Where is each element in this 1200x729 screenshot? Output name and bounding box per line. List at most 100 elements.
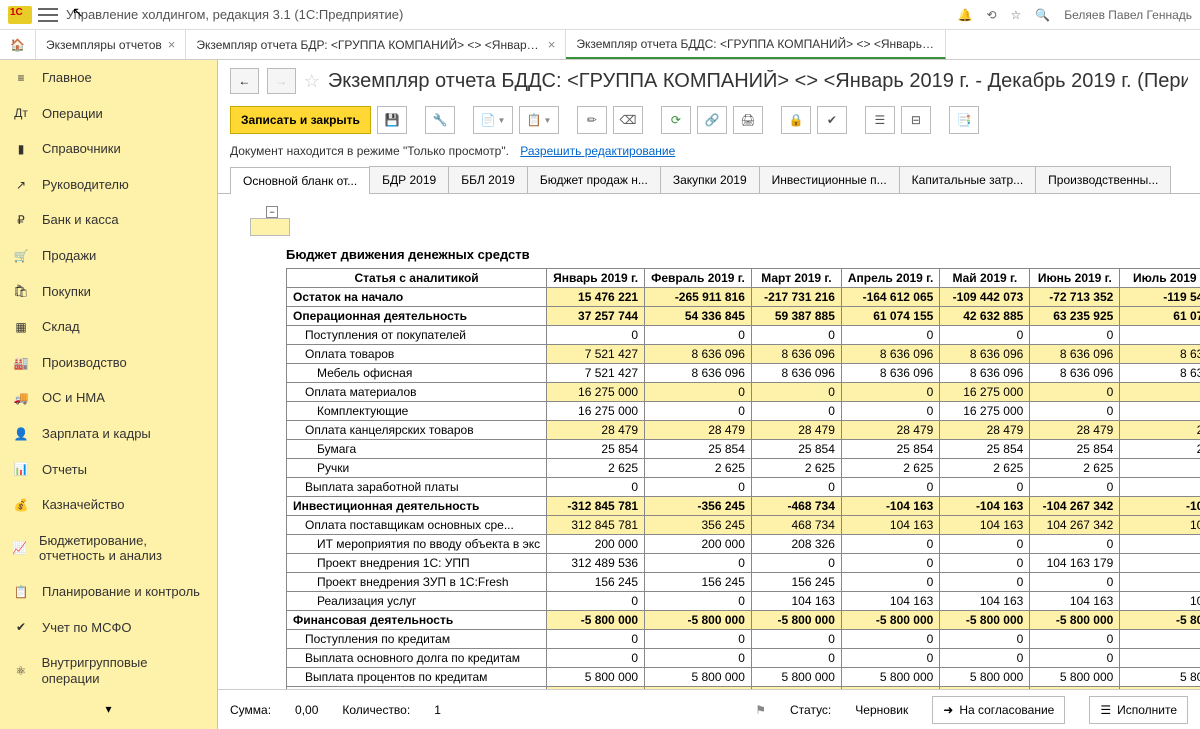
status-bar: Сумма: 0,00 Количество: 1 ⚑ Статус: Черн…: [218, 689, 1200, 729]
print-button[interactable]: 🖨: [733, 106, 763, 134]
table-row[interactable]: Реализация услуг00104 163104 163104 1631…: [287, 592, 1200, 611]
table-row[interactable]: Комплектующие16 275 00000016 275 0000: [287, 402, 1200, 421]
sidebar-item-2[interactable]: ▮Справочники: [0, 131, 217, 167]
send-approval-button[interactable]: ➜ На согласование: [932, 696, 1065, 724]
table-row[interactable]: Оплата материалов16 275 00000016 275 000…: [287, 383, 1200, 402]
table-row[interactable]: Оплата канцелярских товаров28 47928 4792…: [287, 421, 1200, 440]
close-icon[interactable]: ×: [168, 37, 176, 52]
table-row[interactable]: Оплата поставщикам основных сре...312 84…: [287, 516, 1200, 535]
sidebar-item-13[interactable]: 📈Бюджетирование, отчетность и анализ: [0, 523, 217, 574]
star-icon[interactable]: ☆: [1011, 8, 1022, 22]
sidebar-item-14[interactable]: 📋Планирование и контроль: [0, 574, 217, 610]
sidebar-label: Продажи: [42, 248, 96, 264]
subtab-4[interactable]: Закупки 2019: [660, 166, 760, 193]
table-row[interactable]: Операционная деятельность37 257 74454 33…: [287, 307, 1200, 326]
tab-0[interactable]: Экземпляры отчетов×: [36, 30, 186, 59]
subtab-6[interactable]: Капитальные затр...: [899, 166, 1037, 193]
close-icon[interactable]: ×: [548, 37, 556, 52]
favorite-star-icon[interactable]: ☆: [304, 71, 320, 92]
selected-cell[interactable]: [250, 218, 290, 236]
table-row[interactable]: Проект внедрения 1С: УПП312 489 53600001…: [287, 554, 1200, 573]
table-row[interactable]: Остаток на начало15 476 221-265 911 816-…: [287, 288, 1200, 307]
sidebar-item-10[interactable]: 👤Зарплата и кадры: [0, 416, 217, 452]
subtab-5[interactable]: Инвестиционные п...: [759, 166, 900, 193]
table-row[interactable]: Поступления от покупателей000000: [287, 326, 1200, 345]
sidebar-item-9[interactable]: 🚚ОС и НМА: [0, 380, 217, 416]
subtab-1[interactable]: БДР 2019: [369, 166, 449, 193]
sidebar-label: Руководителю: [42, 177, 129, 193]
sidebar: ≡ГлавноеДтОперации▮Справочники ↗ Руководит…: [0, 60, 218, 729]
lock-button[interactable]: 🔒: [781, 106, 811, 134]
bell-icon[interactable]: 🔔: [958, 8, 973, 22]
back-button[interactable]: ←: [230, 68, 259, 94]
sidebar-item-5[interactable]: 🛒Продажи: [0, 238, 217, 274]
table-row[interactable]: Выплата процентов по кредитам5 800 0005 …: [287, 668, 1200, 687]
table-row[interactable]: Остаток на конец-265 911 816-217 731 216…: [287, 687, 1200, 690]
list-button[interactable]: ☰: [865, 106, 895, 134]
table-row[interactable]: Ручки2 6252 6252 6252 6252 6252 625: [287, 459, 1200, 478]
tree-button[interactable]: ⊟: [901, 106, 931, 134]
tab-2[interactable]: Экземпляр отчета БДДС: <ГРУППА КОМПАНИЙ>…: [566, 30, 946, 59]
sidebar-item-6[interactable]: 🛍Покупки: [0, 274, 217, 310]
sum-label: Сумма:: [230, 703, 271, 717]
tab-1[interactable]: Экземпляр отчета БДР: <ГРУППА КОМПАНИЙ> …: [186, 30, 566, 59]
sidebar-item-11[interactable]: 📊Отчеты: [0, 452, 217, 488]
sidebar-item-15[interactable]: ✔Учет по МСФО: [0, 610, 217, 646]
sidebar-item-4[interactable]: ₽Банк и касса: [0, 202, 217, 238]
table-row[interactable]: Выплата заработной платы000000: [287, 478, 1200, 497]
sidebar-item-1[interactable]: ДтОперации: [0, 96, 217, 132]
sidebar-label: Бюджетирование, отчетность и анализ: [39, 533, 205, 564]
sum-value: 0,00: [295, 703, 318, 717]
table-row[interactable]: Бумага25 85425 85425 85425 85425 85425 8…: [287, 440, 1200, 459]
sidebar-more[interactable]: ▾: [0, 696, 217, 722]
save-and-close-button[interactable]: Записать и закрыть: [230, 106, 371, 134]
copy-dropdown[interactable]: 📄▼: [473, 106, 513, 134]
sidebar-icon: 🏭: [12, 356, 30, 370]
clear-button[interactable]: ⌫: [613, 106, 643, 134]
user-name[interactable]: Беляев Павел Геннадь: [1064, 8, 1192, 22]
subtab-0[interactable]: Основной бланк от...: [230, 167, 370, 194]
subtab-3[interactable]: Бюджет продаж н...: [527, 166, 661, 193]
subtab-2[interactable]: ББЛ 2019: [448, 166, 528, 193]
sidebar-item-7[interactable]: ▦Склад: [0, 309, 217, 345]
edit-button[interactable]: ✏: [577, 106, 607, 134]
data-table[interactable]: Статья с аналитикойЯнварь 2019 г.Февраль…: [286, 268, 1200, 689]
sidebar-item-8[interactable]: 🏭Производство: [0, 345, 217, 381]
table-row[interactable]: Оплата товаров7 521 4278 636 0968 636 09…: [287, 345, 1200, 364]
fill-dropdown[interactable]: 📋▼: [519, 106, 559, 134]
table-row[interactable]: Финансовая деятельность-5 800 000-5 800 …: [287, 611, 1200, 630]
sidebar-item-3[interactable]: ↗ Руководителю: [0, 167, 217, 203]
approve-button[interactable]: ✔: [817, 106, 847, 134]
table-row[interactable]: Выплата основного долга по кредитам00000…: [287, 649, 1200, 668]
table-row[interactable]: Проект внедрения ЗУП в 1С:Fresh156 24515…: [287, 573, 1200, 592]
sidebar-item-12[interactable]: 💰Казначейство: [0, 487, 217, 523]
home-tab[interactable]: 🏠: [0, 30, 36, 59]
table-row[interactable]: Инвестиционная деятельность-312 845 781-…: [287, 497, 1200, 516]
table-row[interactable]: Поступления по кредитам000000: [287, 630, 1200, 649]
sidebar-item-0[interactable]: ≡Главное: [0, 60, 217, 96]
outline-collapse-icon[interactable]: −: [266, 206, 278, 218]
save-button[interactable]: 💾: [377, 106, 407, 134]
menu-icon[interactable]: [38, 8, 58, 22]
subtab-7[interactable]: Производственны...: [1035, 166, 1171, 193]
sidebar-item-16[interactable]: ⚛Внутригрупповые операции: [0, 645, 217, 696]
table-row[interactable]: Мебель офисная7 521 4278 636 0968 636 09…: [287, 364, 1200, 383]
history-icon[interactable]: ⟲: [986, 8, 996, 22]
sidebar-icon: ↗: [12, 178, 30, 192]
sidebar-label: Банк и касса: [42, 212, 119, 228]
refresh-button[interactable]: ⟳: [661, 106, 691, 134]
readonly-notice: Документ находится в режиме "Только прос…: [218, 142, 1200, 166]
status-value: Черновик: [855, 703, 908, 717]
table-row[interactable]: ИТ мероприятия по вводу объекта в экс200…: [287, 535, 1200, 554]
sidebar-label: Склад: [42, 319, 80, 335]
executor-button[interactable]: ☰ Исполните: [1089, 696, 1188, 724]
report-button[interactable]: 📑: [949, 106, 979, 134]
link-button[interactable]: 🔗: [697, 106, 727, 134]
spreadsheet[interactable]: − Бюджет движения денежных средств − − −…: [218, 194, 1200, 689]
list-icon: ☰: [1100, 703, 1111, 717]
enable-edit-link[interactable]: Разрешить редактирование: [520, 144, 675, 158]
settings-button[interactable]: 🔧: [425, 106, 455, 134]
forward-button[interactable]: →: [267, 68, 296, 94]
sidebar-icon: ▮: [12, 142, 30, 156]
search-icon[interactable]: 🔍: [1035, 8, 1050, 22]
